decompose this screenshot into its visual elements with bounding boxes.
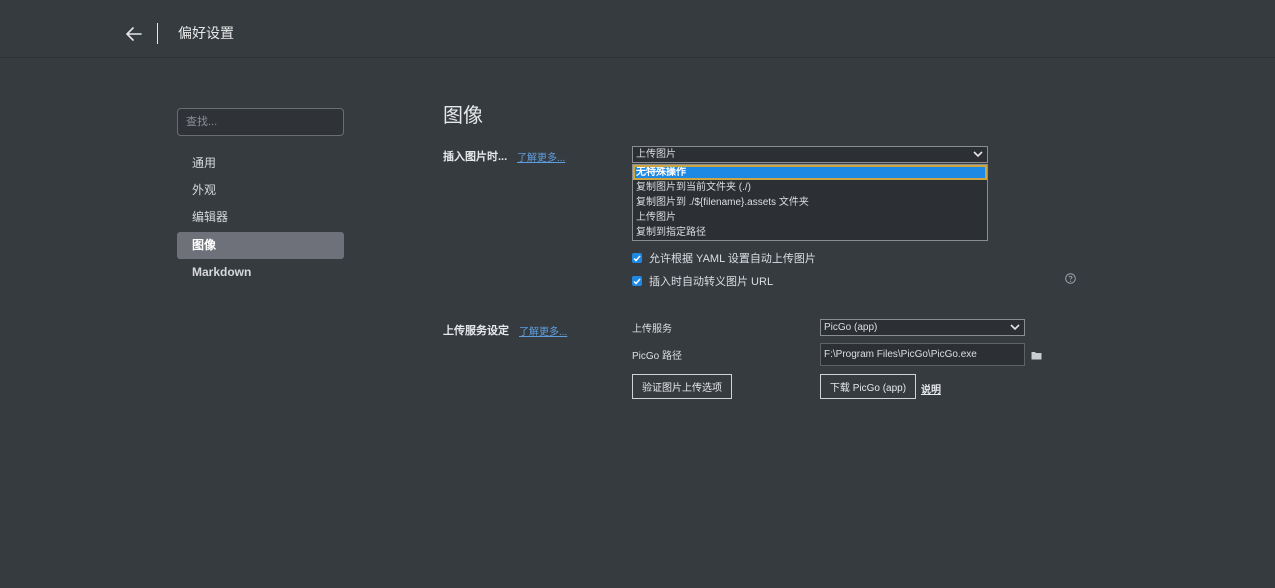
upload-service-select[interactable]: PicGo (app) (820, 319, 1025, 336)
chevron-down-icon (973, 151, 983, 158)
checkbox[interactable] (632, 276, 642, 286)
verify-upload-button[interactable]: 验证图片上传选项 (632, 374, 732, 399)
checkbox[interactable] (632, 253, 642, 263)
insert-learn-more-link[interactable]: 了解更多... (517, 149, 565, 164)
folder-icon[interactable] (1031, 351, 1042, 360)
arrow-left-icon (126, 27, 142, 41)
explain-link[interactable]: 说明 (921, 381, 941, 396)
checkmark-icon (633, 255, 641, 262)
dropdown-option[interactable]: 复制到指定路径 (633, 225, 987, 240)
dropdown-option[interactable]: 无特殊操作 (633, 165, 987, 180)
dropdown-option[interactable]: 上传图片 (633, 210, 987, 225)
back-button[interactable] (122, 22, 146, 46)
sidebar-item-image[interactable]: 图像 (177, 232, 344, 259)
section-title: 图像 (443, 105, 483, 127)
insert-action-select[interactable]: 上传图片 (632, 146, 988, 163)
sidebar-item-label: 编辑器 (192, 210, 229, 224)
header-bar: 偏好设置 (0, 0, 1275, 58)
upload-learn-more-link[interactable]: 了解更多... (519, 323, 567, 338)
sidebar-item-label: 通用 (192, 156, 217, 170)
dropdown-option[interactable]: 复制图片到 ./${filename}.assets 文件夹 (633, 195, 987, 210)
sidebar-item-label: Markdown (192, 265, 252, 279)
insert-action-selected-value: 上传图片 (636, 149, 676, 160)
checkbox-label: 插入时自动转义图片 URL (649, 276, 774, 288)
checkmark-icon (633, 278, 641, 285)
sidebar-item-appearance[interactable]: 外观 (177, 177, 344, 204)
sidebar-item-editor[interactable]: 编辑器 (177, 204, 344, 231)
sidebar-item-markdown[interactable]: Markdown (177, 259, 344, 286)
download-picgo-button[interactable]: 下载 PicGo (app) (820, 374, 916, 399)
picgo-path-input[interactable] (820, 343, 1025, 366)
dropdown-option[interactable]: 复制图片到当前文件夹 (./) (633, 180, 987, 195)
chevron-down-icon (1010, 324, 1020, 331)
sidebar-item-label: 外观 (192, 183, 217, 197)
download-picgo-button-label: 下载 PicGo (app) (829, 383, 907, 394)
upload-service-field-label: 上传服务 (632, 324, 672, 335)
upload-service-label: 上传服务设定 (443, 325, 509, 337)
picgo-path-field-label: PicGo 路径 (632, 351, 683, 362)
page-header-title: 偏好设置 (178, 25, 234, 41)
header-divider (157, 23, 158, 44)
search-input[interactable] (177, 108, 344, 136)
insert-action-dropdown: 无特殊操作 复制图片到当前文件夹 (./) 复制图片到 ./${filename… (632, 164, 988, 241)
upload-service-selected-value: PicGo (app) (824, 322, 878, 333)
escape-url-checkbox-row[interactable]: 插入时自动转义图片 URL (632, 273, 773, 289)
verify-upload-button-label: 验证图片上传选项 (642, 383, 722, 394)
sidebar-item-general[interactable]: 通用 (177, 150, 344, 177)
sidebar-item-label: 图像 (192, 238, 217, 252)
checkbox-label: 允许根据 YAML 设置自动上传图片 (649, 253, 816, 265)
insert-image-label: 插入图片时... (443, 151, 508, 163)
help-icon[interactable] (1065, 273, 1076, 284)
yaml-auto-upload-checkbox-row[interactable]: 允许根据 YAML 设置自动上传图片 (632, 250, 816, 266)
